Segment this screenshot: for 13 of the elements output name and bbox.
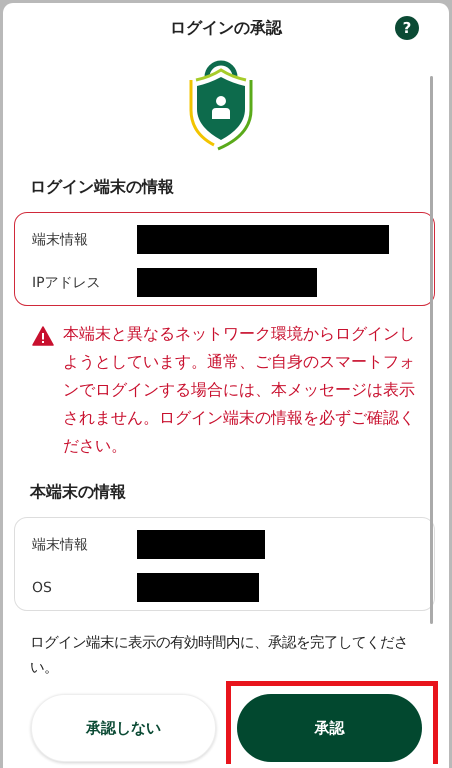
field-label: 端末情報 [32,230,89,248]
warning-icon [32,326,54,346]
approve-button[interactable]: 承認 [226,681,438,764]
warning-message: 本端末と異なるネットワーク環境からログインしようとしています。通常、ご自身のスマートフォンでログインする場合には、本メッセージは表示されません。ログイン端末の情報を必ずご確認ください。 [63,323,416,457]
help-button[interactable]: ? [395,16,419,40]
field-label: 端末情報 [32,536,89,554]
reject-button[interactable]: 承認しない [31,694,216,762]
field-label: IPアドレス [32,274,102,292]
section-heading: ログイン端末の情報 [30,177,175,198]
notice-text: ログイン端末に表示の有効時間内に、承認を完了してください。 [30,634,409,678]
section-heading: 本端末の情報 [30,482,127,503]
field-label: OS [32,580,53,596]
screen-title: ログインの承認 [170,18,282,38]
